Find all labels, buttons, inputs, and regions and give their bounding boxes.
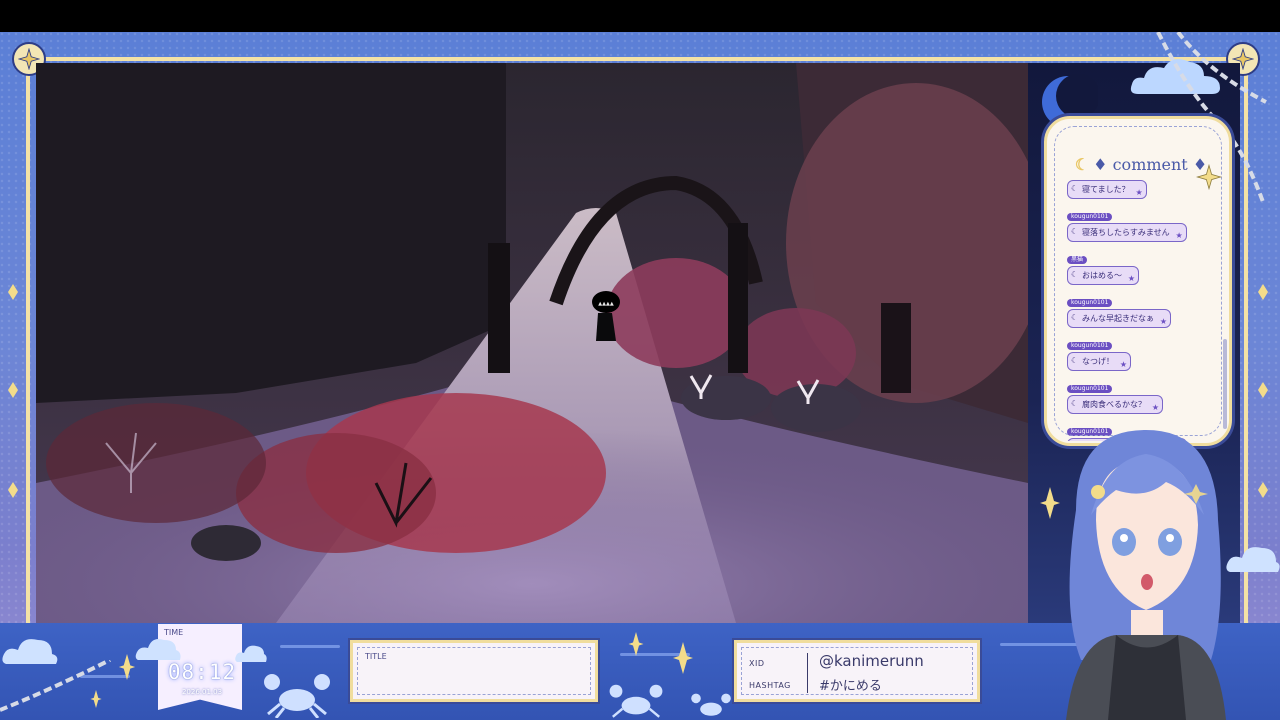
hashtag-label: HASHTAG: [749, 681, 791, 690]
sparkle-icon: [628, 632, 644, 656]
social-box: XID HASHTAG @kanimerunn #かにめる: [734, 640, 980, 702]
crab-icon: [264, 674, 330, 718]
title-box: TITLE: [350, 640, 598, 702]
crab-icon: [691, 693, 731, 716]
comment-text: なつげ！: [1067, 352, 1131, 371]
comment-item: 黒猫おはめる～: [1067, 246, 1215, 285]
frame-border-top: [26, 57, 1248, 61]
comment-item: kougun0101 なつげ！: [1067, 332, 1215, 371]
vtuber-avatar: [1066, 430, 1226, 720]
clock-display: 08:12: [167, 660, 237, 684]
game-capture-screen[interactable]: ▲▲▲▲: [36, 63, 1028, 623]
sparkle-icon: [118, 654, 136, 680]
comment-list[interactable]: 寝てました？ kougun0101 寝落ちしたらすみません黒猫おはめる～ kougun…: [1067, 179, 1215, 441]
comment-title-text: comment: [1112, 155, 1188, 174]
comment-author: 黒猫: [1067, 256, 1088, 264]
diamond-sparkle-icon: [1258, 382, 1268, 398]
xid-label: XID: [749, 659, 765, 668]
diamond-sparkle-icon: [8, 382, 18, 398]
character-eyes: ▲▲▲▲: [598, 301, 614, 307]
sparkle-icon: [1040, 487, 1060, 519]
date-display: 2026.01.03: [181, 688, 223, 696]
chain-decoration: [0, 660, 111, 712]
comment-item: 寝てました？: [1067, 180, 1215, 199]
crab-icon: [609, 684, 663, 718]
title-label: TITLE: [365, 652, 387, 661]
comment-item: kougun0101 腐肉食べるかな？: [1067, 375, 1215, 414]
forest-scene: ▲▲▲▲: [36, 63, 1028, 623]
frame-border-left: [26, 57, 30, 657]
comment-author: kougun0101: [1067, 299, 1113, 307]
diamond-sparkle-icon: [1258, 284, 1268, 300]
letterbox-bar: [0, 0, 1280, 32]
comment-text: 腐肉食べるかな？: [1067, 395, 1163, 414]
diamond-sparkle-icon: [1258, 482, 1268, 498]
xid-value[interactable]: @kanimerunn: [819, 652, 924, 670]
social-divider: [807, 653, 808, 693]
comment-text: おはめる～: [1067, 266, 1139, 285]
comment-text: 寝落ちしたらすみません: [1067, 223, 1187, 242]
comment-text: みんな早起きだなぁ: [1067, 309, 1171, 328]
sparkle-icon: [673, 642, 693, 674]
comment-author: kougun0101: [1067, 385, 1113, 393]
diamond-sparkle-icon: [8, 482, 18, 498]
sparkle-icon: [90, 690, 102, 708]
diamond-sparkle-icon: [8, 284, 18, 300]
comment-item: kougun0101 みんな早起きだなぁ: [1067, 289, 1215, 328]
comment-scrollbar[interactable]: [1223, 339, 1227, 429]
comment-author: kougun0101: [1067, 342, 1113, 350]
crescent-moon-icon: ☾: [1074, 155, 1090, 174]
comment-author: kougun0101: [1067, 213, 1113, 221]
comment-text: 寝てました？: [1067, 180, 1147, 199]
comment-item: kougun0101 寝落ちしたらすみません: [1067, 203, 1215, 242]
sparkle-icon: [1196, 164, 1222, 190]
hashtag-value[interactable]: #かにめる: [819, 675, 882, 694]
